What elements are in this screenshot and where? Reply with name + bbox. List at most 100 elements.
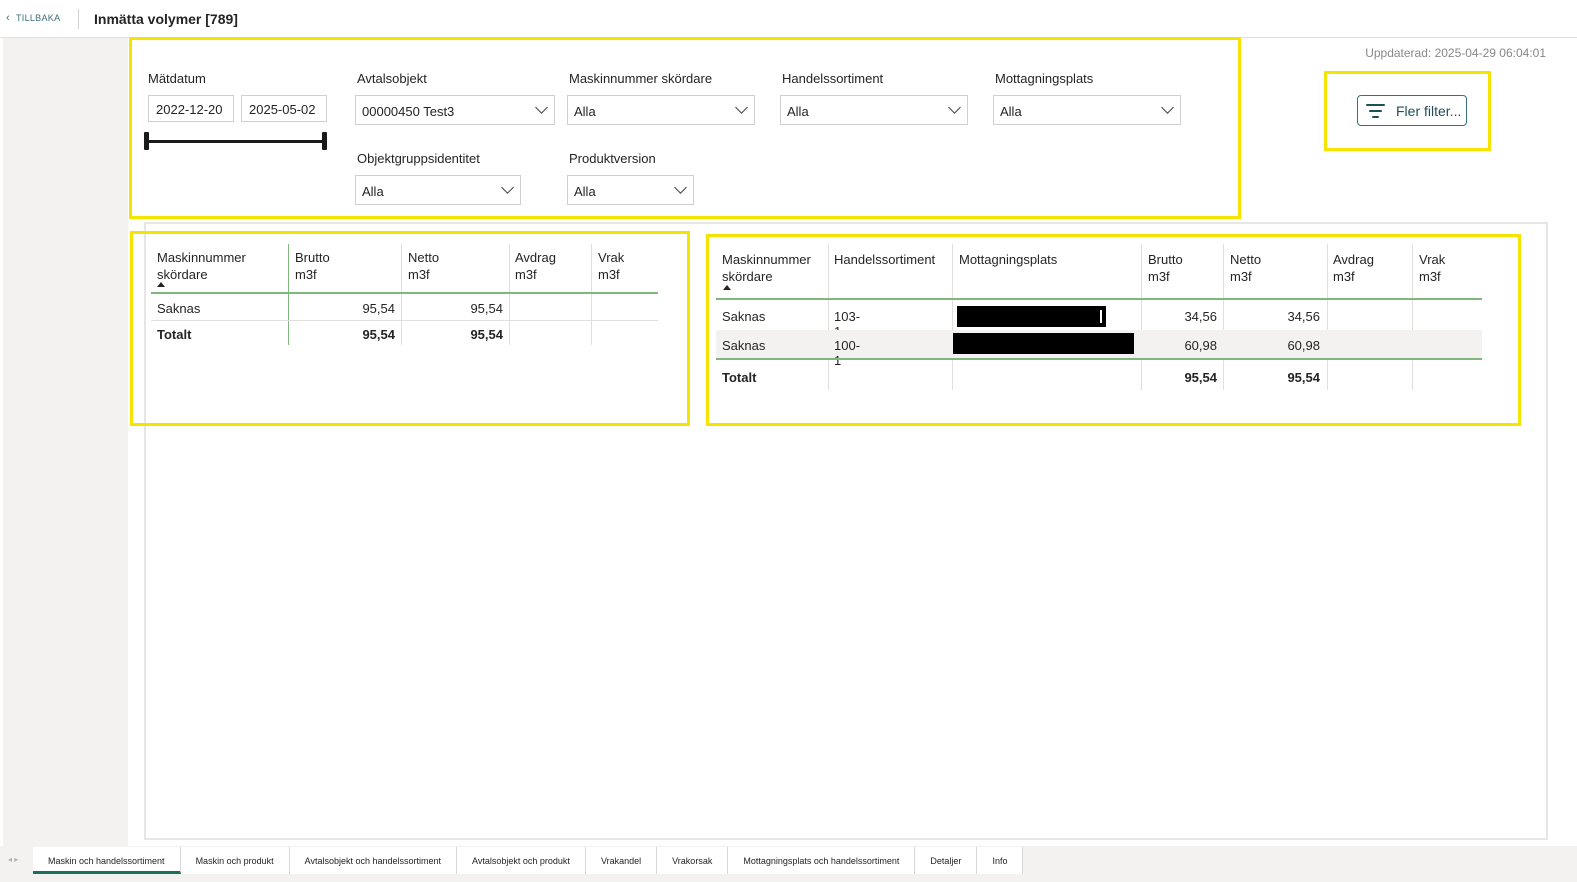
mottagningsplats-label: Mottagningsplats	[995, 71, 1094, 86]
column-divider	[1223, 244, 1224, 390]
total-brutto: 95,54	[1184, 370, 1217, 385]
total-netto: 95,54	[1287, 370, 1320, 385]
total-label: Totalt	[157, 327, 192, 342]
sort-ascending-icon	[157, 282, 165, 287]
date-range-handle-end[interactable]	[322, 132, 327, 150]
column-divider	[952, 244, 953, 390]
tab-4[interactable]: Vrakandel	[585, 847, 658, 874]
col-header-brutto[interactable]: Brutto m3f	[295, 249, 330, 283]
objektgrupp-value: Alla	[362, 184, 384, 199]
total-brutto: 95,54	[362, 327, 395, 342]
column-divider	[509, 244, 510, 345]
cell-brutto: 60,98	[1184, 338, 1217, 353]
col-header-handelssortiment[interactable]: Handelssortiment	[834, 251, 935, 268]
page-tabs: Maskin och handelssortiment Maskin och pr…	[33, 847, 1024, 874]
redacted-mottagningsplats	[957, 306, 1106, 327]
handelssortiment-value: Alla	[787, 104, 809, 119]
avtalsobjekt-value: 00000450 Test3	[362, 104, 455, 119]
redacted-mottagningsplats	[953, 333, 1134, 354]
mottagningsplats-value: Alla	[1000, 104, 1022, 119]
tab-5[interactable]: Vrakorsak	[657, 847, 729, 874]
sort-ascending-icon	[723, 285, 731, 290]
cell-netto: 34,56	[1287, 309, 1320, 324]
col-header-brutto[interactable]: Brutto m3f	[1148, 251, 1183, 285]
more-filters-label: Fler filter...	[1396, 103, 1462, 119]
chevron-left-icon: ‹	[6, 12, 10, 24]
column-divider	[828, 244, 829, 390]
row-divider	[151, 320, 658, 321]
header-underline	[151, 292, 658, 294]
matdatum-label: Mätdatum	[148, 71, 206, 86]
col-header-vrak[interactable]: Vrak m3f	[598, 249, 624, 283]
col-header-maskinnummer[interactable]: Maskinnummer skördare	[157, 249, 277, 283]
chevron-down-icon	[735, 101, 748, 114]
total-overline	[716, 358, 1482, 360]
cell-netto: 60,98	[1287, 338, 1320, 353]
redaction-mark	[1100, 310, 1102, 323]
produktversion-value: Alla	[574, 184, 596, 199]
date-to-input[interactable]: 2025-05-02	[241, 95, 327, 122]
column-divider	[1141, 244, 1142, 390]
tab-0[interactable]: Maskin och handelssortiment	[33, 847, 181, 874]
chevron-down-icon	[674, 181, 687, 194]
col-header-vrak[interactable]: Vrak m3f	[1419, 251, 1445, 285]
left-gutter	[3, 38, 128, 846]
objektgrupp-label: Objektgruppsidentitet	[357, 151, 480, 166]
filter-icon	[1366, 104, 1385, 118]
cell-maskin: Saknas	[722, 309, 766, 324]
tab-8[interactable]: Info	[977, 847, 1024, 874]
header-underline	[716, 298, 1482, 300]
tab-6[interactable]: Mottagningsplats och handelssortiment	[728, 847, 916, 874]
col-header-netto[interactable]: Netto m3f	[1230, 251, 1261, 285]
produktversion-label: Produktversion	[569, 151, 656, 166]
column-divider	[401, 244, 402, 345]
cell-brutto: 34,56	[1184, 309, 1217, 324]
maskinnummer-value: Alla	[574, 104, 596, 119]
back-button[interactable]: ‹ TILLBAKA	[6, 12, 60, 24]
page-tabs-bar: ◂ ▸ Maskin och handelssortiment Maskin oc…	[0, 846, 1577, 882]
top-bar: ‹ TILLBAKA Inmätta volymer [789]	[0, 0, 1577, 38]
handelssortiment-label: Handelssortiment	[782, 71, 884, 86]
objektgrupp-dropdown[interactable]: Alla	[355, 175, 521, 205]
total-netto: 95,54	[470, 327, 503, 342]
tab-1[interactable]: Maskin och produkt	[180, 847, 290, 874]
chevron-down-icon	[948, 101, 961, 114]
col-header-avdrag[interactable]: Avdrag m3f	[1333, 251, 1374, 285]
column-divider	[591, 244, 592, 345]
divider	[78, 9, 79, 29]
avtalsobjekt-label: Avtalsobjekt	[357, 71, 427, 86]
more-filters-button[interactable]: Fler filter...	[1357, 95, 1467, 126]
cell-maskin: Saknas	[722, 338, 766, 353]
tab-2[interactable]: Avtalsobjekt och handelssortiment	[289, 847, 458, 874]
tab-7[interactable]: Detaljer	[915, 847, 978, 874]
column-divider	[1412, 244, 1413, 390]
date-range-track	[146, 140, 326, 143]
tab-3[interactable]: Avtalsobjekt och produkt	[457, 847, 586, 874]
date-range-handle-start[interactable]	[144, 132, 149, 150]
maskinnummer-label: Maskinnummer skördare	[569, 71, 713, 86]
maskinnummer-dropdown[interactable]: Alla	[567, 95, 755, 125]
produktversion-dropdown[interactable]: Alla	[567, 175, 694, 205]
tab-scroll-arrows[interactable]: ◂ ▸	[8, 855, 18, 864]
chevron-down-icon	[535, 101, 548, 114]
handelssortiment-dropdown[interactable]: Alla	[780, 95, 968, 125]
cell-brutto: 95,54	[362, 301, 395, 316]
cell-sortiment: 100-1	[834, 338, 861, 368]
col-header-maskinnummer[interactable]: Maskinnummer skördare	[722, 251, 827, 285]
total-label: Totalt	[722, 370, 757, 385]
avtalsobjekt-dropdown[interactable]: 00000450 Test3	[355, 95, 555, 125]
chevron-down-icon	[501, 181, 514, 194]
updated-timestamp: Uppdaterad: 2025-04-29 06:04:01	[1365, 46, 1546, 60]
cell-maskin: Saknas	[157, 301, 201, 316]
col-header-avdrag[interactable]: Avdrag m3f	[515, 249, 556, 283]
column-divider	[288, 244, 289, 345]
col-header-mottagningsplats[interactable]: Mottagningsplats	[959, 251, 1057, 268]
column-divider	[1327, 244, 1328, 390]
col-header-netto[interactable]: Netto m3f	[408, 249, 439, 283]
chevron-down-icon	[1161, 101, 1174, 114]
cell-netto: 95,54	[470, 301, 503, 316]
mottagningsplats-dropdown[interactable]: Alla	[993, 95, 1181, 125]
date-from-input[interactable]: 2022-12-20	[148, 95, 234, 122]
page-title: Inmätta volymer [789]	[94, 11, 238, 27]
back-label: TILLBAKA	[15, 13, 61, 23]
